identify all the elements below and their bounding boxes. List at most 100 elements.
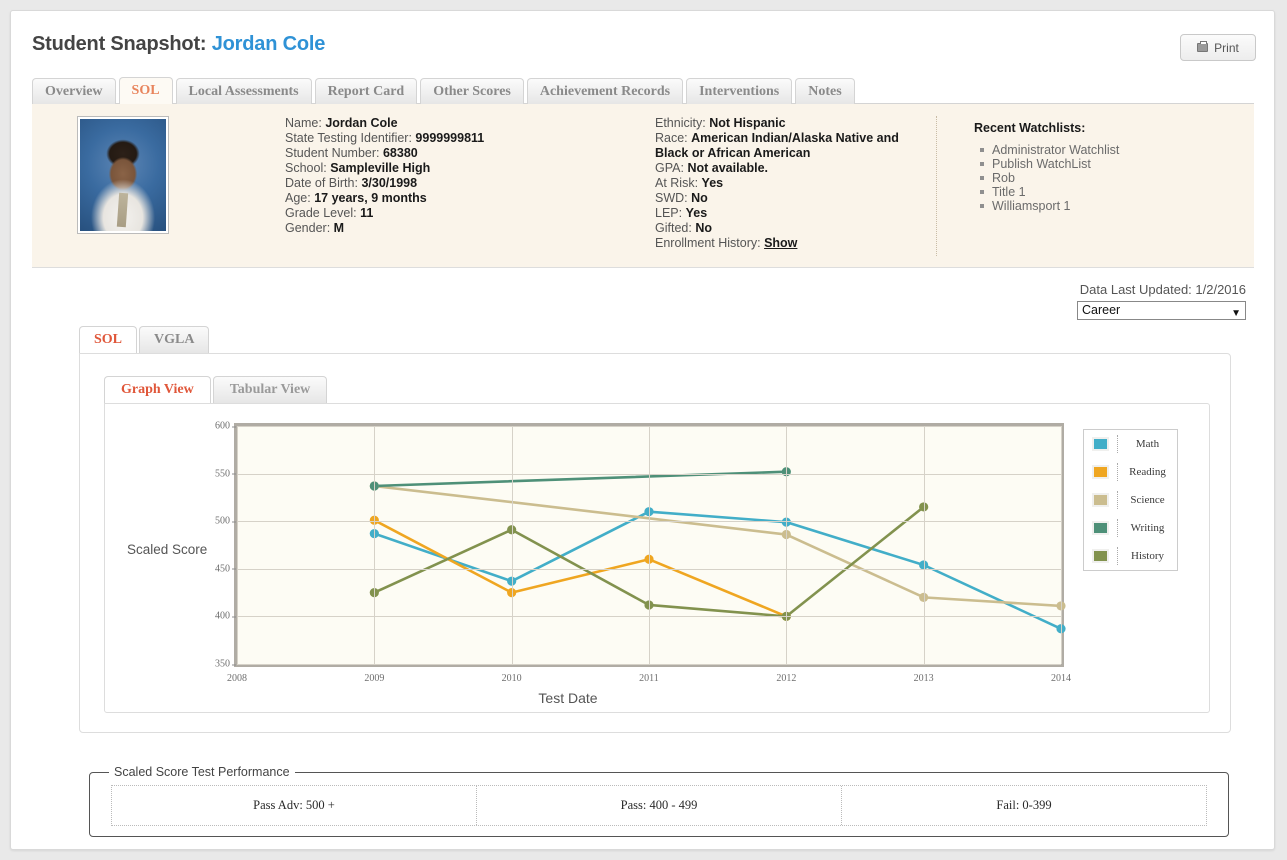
legend-label: Reading bbox=[1129, 466, 1166, 478]
info-value: American Indian/Alaska Native and Black … bbox=[655, 131, 899, 160]
data-last-updated: Data Last Updated: 1/2/2016 bbox=[1079, 282, 1246, 297]
info-label: Grade Level: bbox=[285, 206, 357, 220]
legend-label: History bbox=[1131, 550, 1164, 562]
info-label: Enrollment History: bbox=[655, 236, 761, 250]
print-button-label: Print bbox=[1214, 40, 1239, 55]
info-value: No bbox=[695, 221, 712, 235]
chart-x-axis-label: Test Date bbox=[538, 690, 598, 706]
chart-gridline: 350 bbox=[215, 659, 1061, 670]
watchlist-item[interactable]: Administrator Watchlist bbox=[979, 143, 1119, 157]
info-row: Gender: M bbox=[285, 221, 484, 236]
info-label: School: bbox=[285, 161, 327, 175]
tab-other-scores[interactable]: Other Scores bbox=[420, 78, 524, 104]
info-label: Student Number: bbox=[285, 146, 380, 160]
info-row: Date of Birth: 3/30/1998 bbox=[285, 176, 484, 191]
career-select-value: Career bbox=[1082, 303, 1121, 317]
legend-row-math[interactable]: Math bbox=[1084, 430, 1177, 458]
info-row: At Risk: Yes bbox=[655, 176, 917, 191]
info-label: Name: bbox=[285, 116, 322, 130]
watchlist-item[interactable]: Publish WatchList bbox=[979, 157, 1119, 171]
chart-vgridline: 2010 bbox=[502, 426, 522, 684]
tab-report-card[interactable]: Report Card bbox=[314, 78, 418, 104]
info-value: Not available. bbox=[687, 161, 769, 175]
info-value: Not Hispanic bbox=[709, 116, 786, 130]
tab-achievement-records[interactable]: Achievement Records bbox=[526, 78, 684, 104]
watchlist-item[interactable]: Rob bbox=[979, 171, 1119, 185]
tab-local-assessments[interactable]: Local Assessments bbox=[175, 78, 312, 104]
chart-y-tick: 350 bbox=[215, 658, 236, 670]
chart-plot-area: 350 400 450 500 550 600 2008 2009 2010 2011 2012 20… bbox=[215, 421, 1071, 685]
info-value: Sampleville High bbox=[330, 161, 431, 175]
tab-interventions[interactable]: Interventions bbox=[686, 78, 793, 104]
viewtab-tabular-view[interactable]: Tabular View bbox=[212, 376, 328, 403]
info-value: 3/30/1998 bbox=[361, 176, 418, 190]
legend-swatch-math bbox=[1092, 437, 1109, 451]
info-row: Name: Jordan Cole bbox=[285, 116, 484, 131]
viewtab-graph-view[interactable]: Graph View bbox=[104, 376, 211, 403]
chart-vgridline: 2013 bbox=[914, 426, 934, 684]
chart-y-axis-label: Scaled Score bbox=[127, 542, 208, 557]
info-value: No bbox=[691, 191, 708, 205]
performance-band: Fail: 0-399 bbox=[841, 786, 1206, 826]
performance-legend-title: Scaled Score Test Performance bbox=[114, 765, 290, 779]
student-name-heading: Jordan Cole bbox=[211, 33, 326, 55]
info-divider bbox=[936, 116, 937, 256]
info-label: LEP: bbox=[655, 206, 683, 220]
student-photo bbox=[77, 116, 169, 234]
career-select[interactable]: Career ▼ bbox=[1077, 301, 1246, 320]
info-row: Grade Level: 11 bbox=[285, 206, 484, 221]
enrollment-history-show-link[interactable]: Show bbox=[764, 236, 797, 250]
info-value: Yes bbox=[701, 176, 724, 190]
info-row: Race: American Indian/Alaska Native and … bbox=[655, 131, 917, 161]
info-row: Gifted: No bbox=[655, 221, 917, 236]
performance-band: Pass: 400 - 499 bbox=[476, 786, 841, 826]
chart-legend: Math Reading Science Writing History bbox=[1083, 429, 1178, 571]
legend-row-writing[interactable]: Writing bbox=[1084, 514, 1177, 542]
legend-label: Writing bbox=[1130, 522, 1165, 534]
info-label: Date of Birth: bbox=[285, 176, 358, 190]
info-row: School: Sampleville High bbox=[285, 161, 484, 176]
tab-sol[interactable]: SOL bbox=[118, 77, 173, 104]
info-value: Yes bbox=[685, 206, 708, 220]
subtab-vgla[interactable]: VGLA bbox=[139, 326, 210, 353]
chart-vgridline: 2012 bbox=[776, 426, 796, 684]
info-label: GPA: bbox=[655, 161, 684, 175]
chart-vgridline: 2011 bbox=[639, 426, 659, 684]
student-info-panel: Name: Jordan Cole State Testing Identifie… bbox=[32, 104, 1254, 268]
subtab-sol[interactable]: SOL bbox=[79, 326, 138, 353]
info-value: Jordan Cole bbox=[325, 116, 398, 130]
assessment-type-tabs: SOL VGLA bbox=[79, 326, 211, 353]
chart-y-tick: 400 bbox=[215, 610, 236, 622]
chart-x-tick: 2009 bbox=[364, 673, 385, 684]
print-button[interactable]: Print bbox=[1180, 34, 1256, 61]
watchlist-item[interactable]: Williamsport 1 bbox=[979, 199, 1119, 213]
chart-y-tick: 500 bbox=[215, 515, 236, 527]
legend-row-history[interactable]: History bbox=[1084, 542, 1177, 570]
recent-watchlists: Recent Watchlists: Administrator Watchli… bbox=[974, 121, 1119, 213]
chart-y-tick: 550 bbox=[215, 468, 236, 480]
student-info-column-right: Ethnicity: Not Hispanic Race: American In… bbox=[655, 116, 917, 251]
student-photo-image bbox=[80, 119, 166, 231]
legend-swatch-history bbox=[1092, 549, 1109, 563]
chart-x-tick: 2010 bbox=[501, 673, 522, 684]
legend-label: Science bbox=[1130, 494, 1165, 506]
info-row: Enrollment History: Show bbox=[655, 236, 917, 251]
recent-watchlists-list: Administrator Watchlist Publish WatchList… bbox=[974, 143, 1119, 213]
tab-notes[interactable]: Notes bbox=[795, 78, 855, 104]
chart-vgridline: 2008 bbox=[227, 426, 247, 684]
chart-y-tick: 600 bbox=[215, 420, 236, 432]
performance-bands: Pass Adv: 500 + Pass: 400 - 499 Fail: 0-39… bbox=[111, 785, 1207, 827]
info-label: At Risk: bbox=[655, 176, 699, 190]
info-label: Gifted: bbox=[655, 221, 692, 235]
chart-x-tick: 2011 bbox=[639, 673, 659, 684]
snapshot-page: Student Snapshot: Jordan Cole Print Over… bbox=[10, 10, 1275, 850]
chart-x-tick: 2014 bbox=[1051, 673, 1071, 684]
legend-row-reading[interactable]: Reading bbox=[1084, 458, 1177, 486]
tab-overview[interactable]: Overview bbox=[32, 78, 116, 104]
legend-row-science[interactable]: Science bbox=[1084, 486, 1177, 514]
info-row: Age: 17 years, 9 months bbox=[285, 191, 484, 206]
student-info-column-left: Name: Jordan Cole State Testing Identifie… bbox=[285, 116, 484, 236]
main-tab-strip: Overview SOL Local Assessments Report Card O… bbox=[32, 71, 1254, 104]
watchlist-item[interactable]: Title 1 bbox=[979, 185, 1119, 199]
chart-x-tick: 2013 bbox=[913, 673, 934, 684]
